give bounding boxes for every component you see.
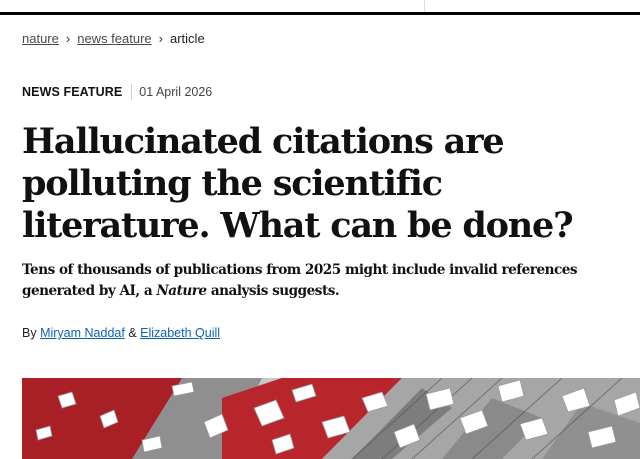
article-type: NEWS FEATURE: [22, 85, 123, 99]
byline-prefix: By: [22, 326, 37, 340]
hero-illustration: [22, 378, 640, 459]
breadcrumb-link-news-feature[interactable]: news feature: [77, 31, 151, 46]
breadcrumb-link-nature[interactable]: nature: [22, 31, 59, 46]
header-divider: [424, 0, 425, 12]
article-standfirst: Tens of thousands of publications from 2…: [22, 260, 622, 302]
publish-date: 01 April 2026: [139, 85, 213, 99]
breadcrumb: nature › news feature › article: [22, 30, 205, 48]
meta-divider: [131, 84, 133, 100]
standfirst-text-end: analysis suggests.: [206, 283, 340, 299]
breadcrumb-current: article: [170, 31, 205, 46]
author-link[interactable]: Elizabeth Quill: [140, 326, 220, 340]
article-title: Hallucinated citations are polluting the…: [22, 121, 574, 246]
standfirst-journal-name: Nature: [156, 283, 207, 299]
article-meta: NEWS FEATURE 01 April 2026: [22, 84, 212, 100]
chevron-right-icon: ›: [65, 31, 71, 46]
byline: By Miryam Naddaf & Elizabeth Quill: [22, 325, 220, 341]
chevron-right-icon: ›: [158, 31, 163, 46]
author-joiner: &: [128, 326, 137, 340]
author-link[interactable]: Miryam Naddaf: [40, 326, 125, 340]
hero-illustration-art: [22, 378, 640, 459]
site-header-bar: [0, 0, 640, 15]
